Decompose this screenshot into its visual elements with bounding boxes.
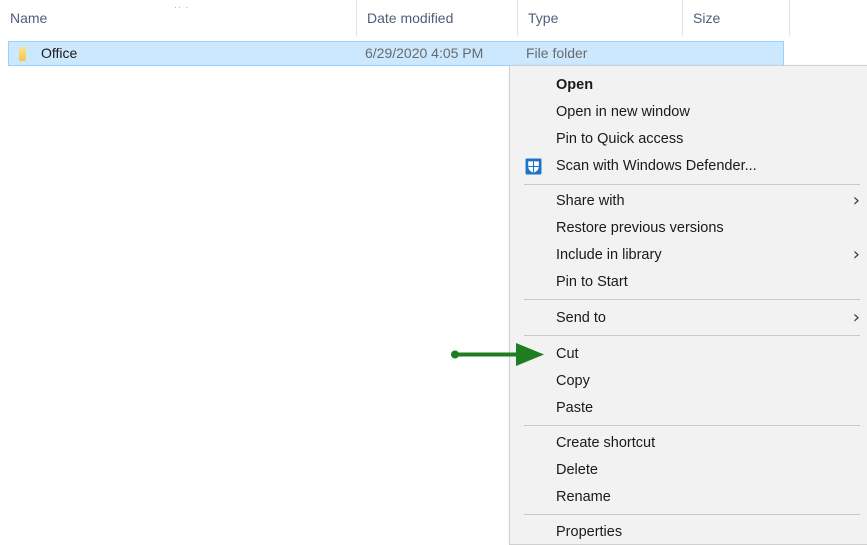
file-type: File folder [526, 45, 588, 61]
menu-item-copy-label: Copy [556, 373, 590, 389]
chevron-right-icon: › [852, 307, 860, 328]
menu-item-properties[interactable]: Properties [510, 519, 867, 545]
menu-item-pin-to-start[interactable]: Pin to Start [510, 269, 867, 295]
menu-item-include-library-label: Include in library [556, 247, 662, 263]
menu-item-scan-defender[interactable]: Scan with Windows Defender... [510, 153, 867, 179]
menu-item-pin-start-label: Pin to Start [556, 274, 628, 290]
file-name: Office [41, 45, 78, 61]
menu-item-restore-previous-versions[interactable]: Restore previous versions [510, 215, 867, 241]
menu-item-rename[interactable]: Rename [510, 484, 867, 510]
menu-item-include-in-library[interactable]: Include in library › [510, 242, 867, 268]
column-header-type[interactable]: Type [517, 0, 682, 36]
menu-item-scan-defender-label: Scan with Windows Defender... [556, 158, 757, 174]
menu-item-cut[interactable]: Cut [510, 341, 867, 367]
menu-item-open[interactable]: Open [510, 72, 867, 98]
context-menu: Open Open in new window Pin to Quick acc… [509, 65, 867, 545]
menu-item-paste-label: Paste [556, 400, 594, 416]
menu-separator [524, 184, 860, 185]
menu-item-paste[interactable]: Paste [510, 395, 867, 421]
column-header-date-modified[interactable]: Date modified [356, 0, 517, 36]
menu-separator [524, 425, 860, 426]
column-header-size[interactable]: Size [682, 0, 790, 36]
menu-item-open-new-window[interactable]: Open in new window [510, 99, 867, 125]
menu-item-open-label: Open [556, 77, 594, 93]
green-arrow-icon [451, 343, 544, 366]
menu-item-delete-label: Delete [556, 462, 598, 478]
column-header-size-label: Size [693, 10, 721, 26]
menu-item-share-with[interactable]: Share with › [510, 188, 867, 214]
menu-item-pin-quick-access-label: Pin to Quick access [556, 131, 684, 147]
menu-item-restore-previous-label: Restore previous versions [556, 220, 724, 236]
menu-item-send-to-label: Send to [556, 310, 606, 326]
folder-icon [19, 47, 26, 61]
menu-item-create-shortcut[interactable]: Create shortcut [510, 430, 867, 456]
menu-item-properties-label: Properties [556, 524, 623, 540]
menu-separator [524, 299, 860, 300]
file-row-office[interactable]: Office 6/29/2020 4:05 PM File folder [8, 41, 784, 66]
chevron-right-icon: › [852, 244, 860, 265]
menu-item-cut-label: Cut [556, 346, 579, 362]
menu-separator [524, 514, 860, 515]
column-header-date-label: Date modified [367, 10, 454, 26]
menu-item-copy[interactable]: Copy [510, 368, 867, 394]
column-header-row: ·· · Name Date modified Type Size [0, 0, 792, 36]
chevron-right-icon: › [852, 190, 860, 211]
menu-separator [524, 335, 860, 336]
menu-item-share-with-label: Share with [556, 193, 625, 209]
menu-item-send-to[interactable]: Send to › [510, 305, 867, 331]
file-date-modified: 6/29/2020 4:05 PM [365, 45, 484, 61]
column-header-name[interactable]: Name [0, 0, 356, 36]
column-header-type-label: Type [528, 10, 559, 26]
menu-item-pin-quick-access[interactable]: Pin to Quick access [510, 126, 867, 152]
menu-item-create-shortcut-label: Create shortcut [556, 435, 656, 451]
menu-item-rename-label: Rename [556, 489, 611, 505]
menu-item-delete[interactable]: Delete [510, 457, 867, 483]
column-header-name-label: Name [10, 10, 48, 26]
menu-item-open-new-window-label: Open in new window [556, 104, 690, 120]
windows-defender-icon [525, 158, 542, 175]
